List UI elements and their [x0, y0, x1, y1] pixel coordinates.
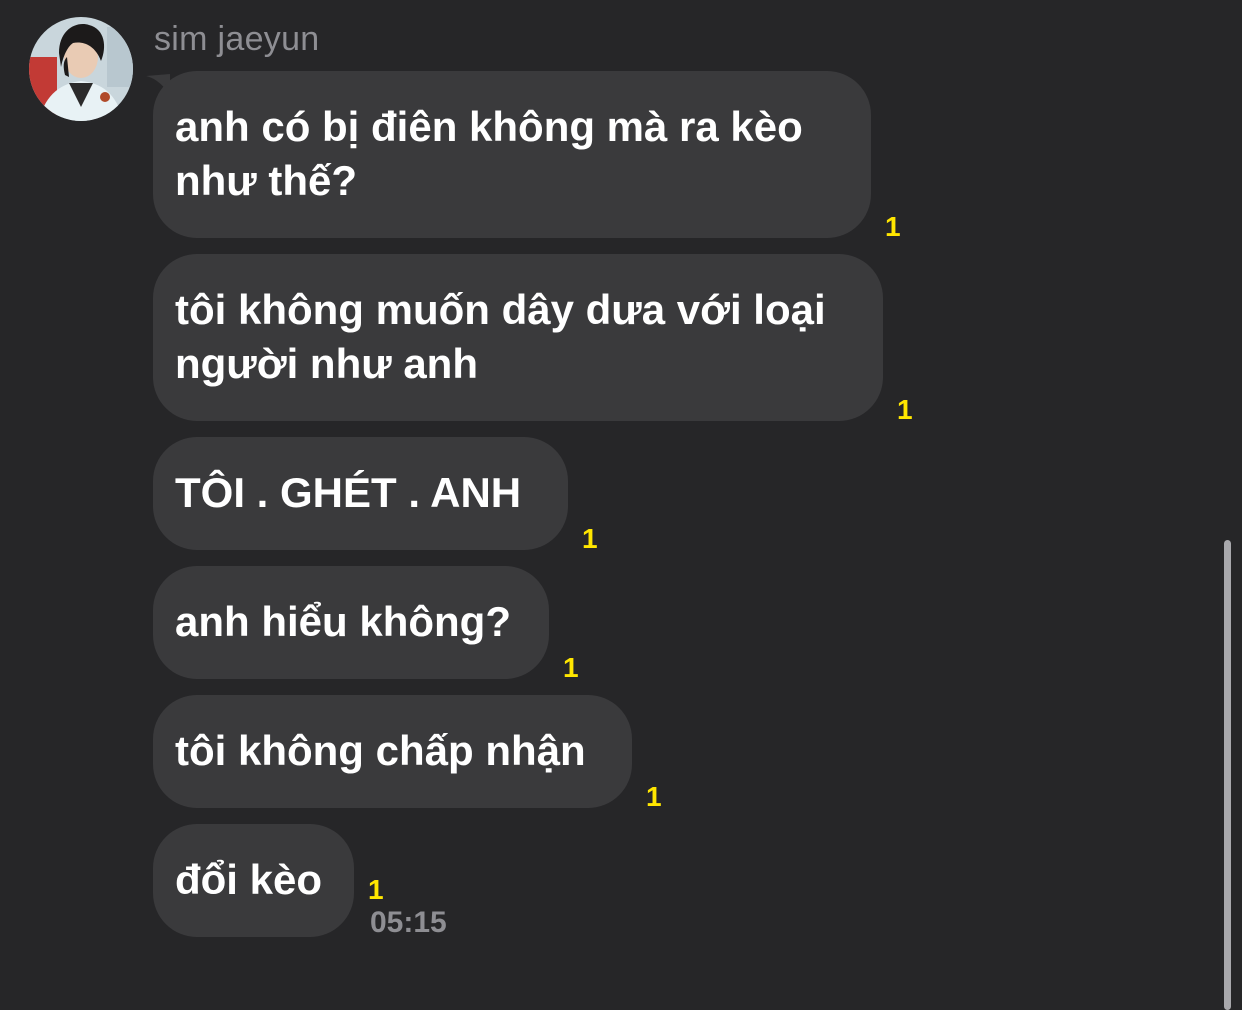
- avatar-photo-icon: [29, 17, 133, 121]
- chat-screen: sim jaeyun anh có bị điên không mà ra kè…: [0, 0, 1242, 1010]
- sender-name: sim jaeyun: [154, 20, 320, 58]
- message-bubble[interactable]: TÔI . GHÉT . ANH: [153, 437, 568, 550]
- message-bubble[interactable]: tôi không chấp nhận: [153, 695, 632, 808]
- unread-count: 1: [563, 652, 579, 683]
- unread-count: 1: [646, 781, 662, 812]
- sender-avatar[interactable]: [29, 17, 133, 121]
- scrollbar[interactable]: [1224, 540, 1231, 1010]
- message-text: đổi kèo: [175, 856, 323, 903]
- message-text: TÔI . GHÉT . ANH: [175, 469, 522, 516]
- message-text: tôi không muốn dây dưa với loại người nh…: [175, 286, 826, 387]
- message-text: anh có bị điên không mà ra kèo như thế?: [175, 103, 803, 204]
- unread-count: 1: [897, 394, 913, 425]
- message-timestamp: 05:15: [370, 906, 447, 939]
- message-bubble[interactable]: anh hiểu không?: [153, 566, 549, 679]
- unread-count: 1: [582, 523, 598, 554]
- message-bubble[interactable]: anh có bị điên không mà ra kèo như thế?: [153, 71, 871, 238]
- unread-count: 1: [368, 874, 384, 905]
- message-bubble[interactable]: đổi kèo: [153, 824, 354, 937]
- unread-count: 1: [885, 211, 901, 242]
- message-text: anh hiểu không?: [175, 598, 511, 645]
- message-text: tôi không chấp nhận: [175, 727, 586, 774]
- message-bubble[interactable]: tôi không muốn dây dưa với loại người nh…: [153, 254, 883, 421]
